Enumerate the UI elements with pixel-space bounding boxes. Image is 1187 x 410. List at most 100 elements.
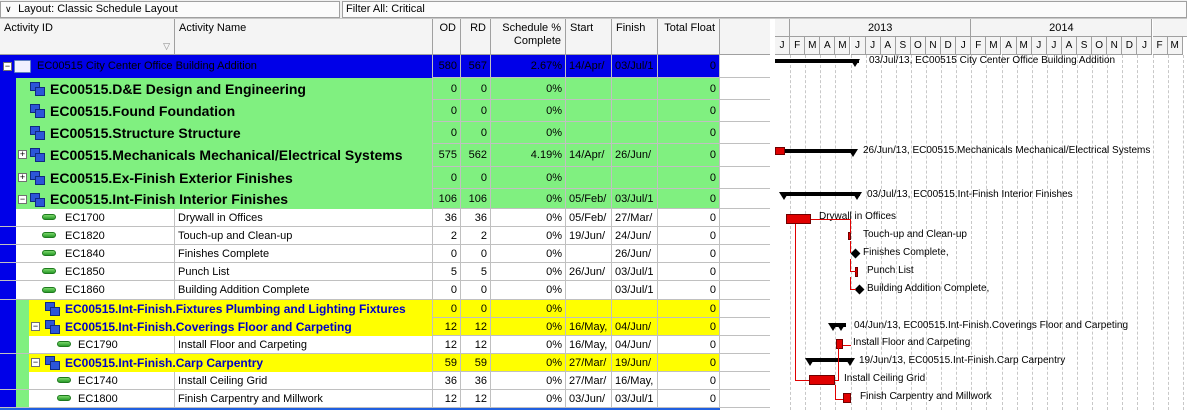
critical-bar [843, 393, 851, 403]
activity-name: Drywall in Offices [175, 209, 433, 227]
table-row[interactable]: EC1840 Finishes Complete 0 0 0% 26/Jun/0 [0, 245, 770, 263]
month-label: N [1107, 37, 1123, 55]
remaining-duration: 0 [461, 100, 491, 122]
blank-cell [720, 122, 770, 144]
table-row[interactable]: + EC00515.Ex-Finish Exterior Finishes 0 0 0%… [0, 167, 770, 189]
gridline [1182, 55, 1184, 410]
col-header-activity-id[interactable]: Activity ID ▽ [0, 19, 175, 55]
gridline [1092, 55, 1094, 410]
filter-label: Filter All: Critical [346, 3, 425, 15]
col-header-start[interactable]: Start [566, 19, 612, 55]
blank-cell [720, 55, 770, 78]
finish-date: 04/Jun/ [612, 336, 658, 354]
remaining-duration: 0 [461, 245, 491, 263]
col-header-activity-name[interactable]: Activity Name [175, 19, 433, 55]
col-header-finish[interactable]: Finish [612, 19, 658, 55]
finish-date: 26/Jun/ [612, 144, 658, 167]
chevron-down-icon[interactable]: ∨ [5, 2, 15, 17]
table-row[interactable]: − EC00515.Int-Finish.Coverings Floor and … [0, 318, 770, 336]
table-row[interactable]: EC1790 Install Floor and Carpeting 12 12 0% 1… [0, 336, 770, 354]
table-row[interactable]: EC00515.Int-Finish.Fixtures Plumbing and… [0, 300, 770, 318]
table-row[interactable]: EC1800 Finish Carpentry and Millwork 12 12 0… [0, 390, 770, 408]
table-row[interactable]: − EC00515 City Center Office Building Add… [0, 55, 770, 78]
start-date [566, 167, 612, 189]
table-row[interactable]: EC1850 Punch List 5 5 0% 26/Jun/03/Jul/1 0 [0, 263, 770, 281]
start-date: 19/Jun/ [566, 227, 612, 245]
table-row[interactable]: EC1740 Install Ceiling Grid 36 36 0% 27/Mar/1… [0, 372, 770, 390]
start-date: 27/Mar/ [566, 372, 612, 390]
original-duration: 2 [433, 227, 461, 245]
milestone [854, 284, 865, 295]
layout-selector[interactable]: ∨ Layout: Classic Schedule Layout [0, 1, 340, 18]
summary-end-marker [850, 59, 860, 67]
remaining-duration: 0 [461, 281, 491, 300]
activity-id: EC1740 [0, 372, 175, 390]
table-row[interactable]: EC1860 Building Addition Complete 0 0 0% 03/J… [0, 281, 770, 300]
month-label: M [986, 37, 1002, 55]
wbs-name: EC00515.Ex-Finish Exterior Finishes [0, 167, 433, 189]
original-duration: 36 [433, 372, 461, 390]
blank-cell [720, 227, 770, 245]
relationship-line [850, 289, 856, 290]
start-date: 14/Apr/ [566, 55, 612, 78]
relationship-line [850, 259, 851, 271]
blank-cell [720, 281, 770, 300]
summary-bar [785, 149, 855, 153]
activity-name: Touch-up and Clean-up [175, 227, 433, 245]
remaining-duration: 5 [461, 263, 491, 281]
year-label: 2014 [971, 19, 1153, 37]
col-header-spacer [720, 19, 770, 55]
start-date: 27/Mar/ [566, 354, 612, 372]
col-header-rd[interactable]: RD [461, 19, 491, 55]
sort-arrow-icon[interactable]: ▽ [163, 40, 170, 53]
month-label: J [1031, 37, 1047, 55]
table-row[interactable]: − EC00515.Int-Finish.Carp Carpentry 59 59 0%… [0, 354, 770, 372]
month-label: N [926, 37, 942, 55]
table-row[interactable]: EC1700 Drywall in Offices 36 36 0% 05/Feb/27/… [0, 209, 770, 227]
month-label: A [820, 37, 836, 55]
wbs-name: EC00515.Structure Structure [0, 122, 433, 144]
month-label: S [895, 37, 911, 55]
wbs-name: EC00515.Int-Finish.Carp Carpentry [0, 354, 433, 372]
month-label: M [1016, 37, 1032, 55]
relationship-line [835, 399, 843, 400]
wbs-name: EC00515.Mechanicals Mechanical/Electrica… [0, 144, 433, 167]
remaining-duration: 106 [461, 189, 491, 209]
total-float: 0 [658, 390, 720, 408]
finish-date: 27/Mar/ [612, 209, 658, 227]
month-label: J [865, 37, 881, 55]
wbs-name: EC00515.Int-Finish Interior Finishes [0, 189, 433, 209]
year-label: 2013 [790, 19, 972, 37]
total-float: 0 [658, 263, 720, 281]
bar-label: 03/Jul/13, EC00515.Int-Finish Interior F… [867, 189, 1073, 200]
table-row[interactable]: − EC00515.Int-Finish Interior Finishes 106… [0, 189, 770, 209]
original-duration: 0 [433, 167, 461, 189]
original-duration: 36 [433, 209, 461, 227]
col-header-od[interactable]: OD [433, 19, 461, 55]
col-header-total-float[interactable]: Total Float [658, 19, 720, 55]
relationship-line [835, 385, 836, 399]
activity-name: Install Floor and Carpeting [175, 336, 433, 354]
table-row[interactable]: EC00515.D&E Design and Engineering 0 0 0% 0 [0, 78, 770, 100]
month-label: J [775, 37, 791, 55]
table-row[interactable]: EC1820 Touch-up and Clean-up 2 2 0% 19/Jun/24… [0, 227, 770, 245]
filter-indicator[interactable]: Filter All: Critical [342, 1, 1187, 18]
bar-label: 03/Jul/13, EC00515 City Center Office Bu… [869, 55, 1116, 66]
start-date: 05/Feb/ [566, 189, 612, 209]
total-float: 0 [658, 354, 720, 372]
milestone [850, 248, 861, 259]
col-header-schedule-pct[interactable]: Schedule % Complete [491, 19, 566, 55]
total-float: 0 [658, 300, 720, 318]
table-row[interactable]: EC00515.Found Foundation 0 0 0% 0 [0, 100, 770, 122]
total-float: 0 [658, 318, 720, 336]
total-float: 0 [658, 144, 720, 167]
table-row[interactable]: + EC00515.Mechanicals Mechanical/Electric… [0, 144, 770, 167]
remaining-duration: 36 [461, 372, 491, 390]
blank-cell [720, 263, 770, 281]
activity-name: Punch List [175, 263, 433, 281]
summary-bar [782, 192, 860, 196]
table-row[interactable]: EC00515.Structure Structure 0 0 0% 0 [0, 122, 770, 144]
month-label: F [971, 37, 987, 55]
remaining-duration: 0 [461, 300, 491, 318]
table-header: Activity ID ▽ Activity Name OD RD Schedu… [0, 19, 770, 55]
